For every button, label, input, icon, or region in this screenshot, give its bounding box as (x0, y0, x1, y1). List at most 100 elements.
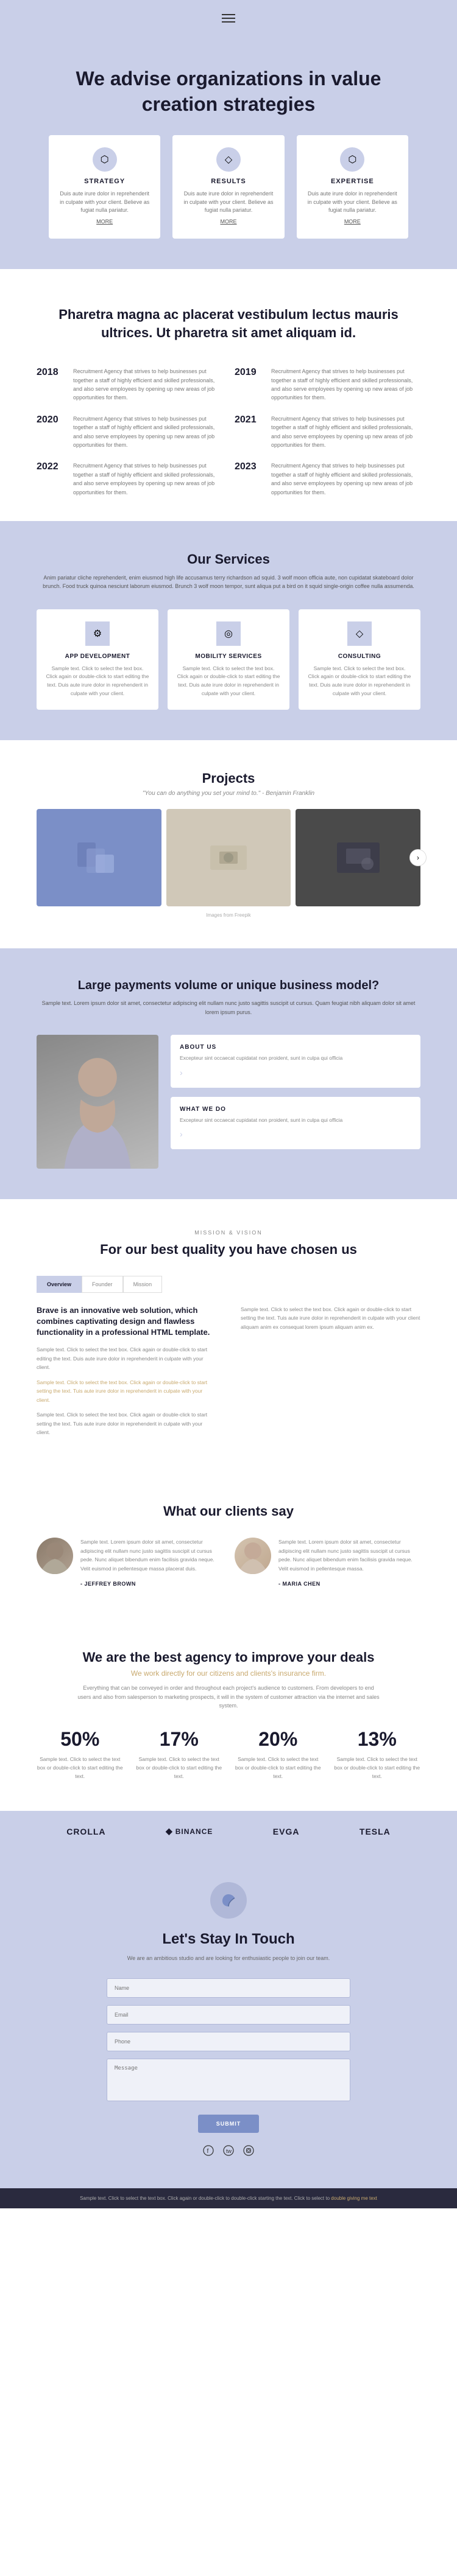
consulting-icon: ◇ (347, 621, 372, 646)
facebook-icon[interactable]: f (203, 2145, 214, 2158)
tab-overview[interactable]: Overview (37, 1276, 82, 1293)
year-2019: 2019 (235, 367, 262, 402)
maria-avatar (235, 1538, 271, 1574)
hamburger-menu[interactable] (222, 14, 235, 23)
instagram-icon[interactable] (243, 2145, 254, 2158)
cta-heading: Let's Stay In Touch (37, 1931, 420, 1948)
timeline-item-2023: 2023 Recruitment Agency that strives to … (235, 461, 420, 497)
mission-label: MISSION & VISION (37, 1230, 420, 1236)
stats-section: We are the best agency to improve your d… (0, 1619, 457, 1811)
phone-field-container (107, 2032, 350, 2051)
strategy-more-link[interactable]: MORE (96, 219, 113, 225)
footer-text: Sample text. Click to select the text bo… (80, 2196, 330, 2201)
service-card-consulting: ◇ CONSULTING Sample text. Click to selec… (299, 609, 420, 710)
testimonial-jeffrey: Sample text. Lorem ipsum dolor sit amet,… (37, 1538, 222, 1589)
phone-input[interactable] (107, 2032, 350, 2051)
project-image-2 (166, 809, 291, 906)
stat-fifty-number: 50% (37, 1728, 124, 1751)
about-us-arrow-icon[interactable]: › (180, 1068, 183, 1077)
maria-name: - MARIA CHEN (278, 1581, 321, 1587)
stat-thirteen-text: Sample text. Click to select the text bo… (334, 1755, 421, 1780)
results-more-link[interactable]: MORE (220, 219, 236, 225)
timeline-text-2021: Recruitment Agency that strives to help … (271, 415, 420, 450)
message-textarea[interactable] (107, 2059, 350, 2101)
tab-mission[interactable]: Mission (123, 1276, 163, 1293)
mission-section: MISSION & VISION For our best quality yo… (0, 1199, 457, 1474)
mission-text-1: Sample text. Click to select the text bo… (37, 1345, 216, 1371)
hero-section: We advise organizations in value creatio… (0, 30, 457, 269)
hero-card-strategy: ⬡ STRATEGY Duis aute irure dolor in repr… (49, 135, 160, 239)
timeline-text-2019: Recruitment Agency that strives to help … (271, 367, 420, 402)
mission-tabs: Overview Founder Mission (37, 1276, 420, 1293)
timeline-row-3: 2022 Recruitment Agency that strives to … (37, 461, 420, 497)
stat-seventeen: 17% Sample text. Click to select the tex… (136, 1728, 223, 1780)
timeline-section: Pharetra magna ac placerat vestibulum le… (0, 269, 457, 521)
about-us-box: ABOUT US Excepteur sint occaecat cupidat… (171, 1035, 420, 1088)
about-us-text: Excepteur sint occaecat cupidatat non pr… (180, 1054, 411, 1063)
about-us-title: ABOUT US (180, 1044, 411, 1051)
stat-fifty: 50% Sample text. Click to select the tex… (37, 1728, 124, 1780)
hero-card-results: ◇ RESULTS Duis aute irure dolor in repre… (172, 135, 284, 239)
timeline-heading: Pharetra magna ac placerat vestibulum le… (37, 306, 420, 343)
svg-text:tw: tw (226, 2148, 232, 2154)
stat-thirteen-number: 13% (334, 1728, 421, 1751)
consulting-title: CONSULTING (308, 653, 411, 660)
what-we-do-title: WHAT WE DO (180, 1106, 411, 1113)
jeffrey-avatar (37, 1538, 73, 1574)
stats-subtitle: We work directly for our citizens and cl… (37, 1669, 420, 1678)
app-dev-title: APP DEVELOPMENT (46, 653, 149, 660)
mission-left-column: Brave is an innovative web solution, whi… (37, 1305, 216, 1443)
results-text: Duis aute irure dolor in reprehenderit i… (182, 190, 275, 215)
mission-right-column: Sample text. Click to select the text bo… (241, 1305, 420, 1443)
services-cards-container: ⚙ APP DEVELOPMENT Sample text. Click to … (37, 609, 420, 710)
expertise-more-link[interactable]: MORE (344, 219, 361, 225)
projects-heading: Projects (37, 771, 420, 786)
tab-founder[interactable]: Founder (82, 1276, 123, 1293)
mission-text-3: Sample text. Click to select the text bo… (37, 1410, 216, 1437)
stat-fifty-text: Sample text. Click to select the text bo… (37, 1755, 124, 1780)
logos-section: CROLLA ◆ BINANCE EVGA TESLA (0, 1811, 457, 1852)
email-input[interactable] (107, 2005, 350, 2025)
cta-leaf-icon (210, 1882, 247, 1919)
projects-gallery: › (37, 809, 420, 906)
binance-label: BINANCE (175, 1827, 213, 1836)
submit-button[interactable]: SUBMIT (198, 2115, 260, 2133)
what-we-do-arrow-icon[interactable]: › (180, 1129, 183, 1139)
twitter-icon[interactable]: tw (223, 2145, 234, 2158)
year-2023: 2023 (235, 461, 262, 497)
binance-diamond-icon: ◆ (166, 1826, 173, 1836)
name-input[interactable] (107, 1978, 350, 1998)
stat-twenty-text: Sample text. Click to select the text bo… (235, 1755, 322, 1780)
message-field-container (107, 2059, 350, 2104)
footer-link[interactable]: double giving me text (331, 2196, 377, 2201)
logo-evga: EVGA (273, 1827, 300, 1836)
mission-text-2: Sample text. Click to select the text bo… (37, 1378, 216, 1404)
stats-heading: We are the best agency to improve your d… (37, 1650, 420, 1665)
strategy-title: STRATEGY (58, 178, 151, 185)
stat-seventeen-text: Sample text. Click to select the text bo… (136, 1755, 223, 1780)
expertise-title: EXPERTISE (306, 178, 399, 185)
mission-heading: For our best quality you have chosen us (37, 1242, 420, 1258)
cta-description: We are an ambitious studio and are looki… (37, 1954, 420, 1962)
email-field-container (107, 2005, 350, 2025)
gallery-next-arrow[interactable]: › (409, 849, 427, 866)
timeline-text-2023: Recruitment Agency that strives to help … (271, 461, 420, 497)
stat-thirteen: 13% Sample text. Click to select the tex… (334, 1728, 421, 1780)
timeline-rows: 2018 Recruitment Agency that strives to … (37, 367, 420, 497)
business-description: Sample text. Lorem ipsum dolor sit amet,… (37, 999, 420, 1017)
business-section: Large payments volume or unique business… (0, 948, 457, 1199)
mission-right-text: Sample text. Click to select the text bo… (241, 1305, 420, 1331)
navigation-bar (0, 0, 457, 30)
business-right-column: ABOUT US Excepteur sint occaecat cupidat… (171, 1035, 420, 1149)
hero-card-expertise: ⬡ EXPERTISE Duis aute irure dolor in rep… (297, 135, 408, 239)
what-we-do-box: WHAT WE DO Excepteur sint occaecat cupid… (171, 1097, 420, 1150)
logo-crolla: CROLLA (66, 1827, 105, 1836)
business-content: ABOUT US Excepteur sint occaecat cupidat… (37, 1035, 420, 1169)
year-2022: 2022 (37, 461, 64, 497)
timeline-item-2018: 2018 Recruitment Agency that strives to … (37, 367, 222, 402)
testimonials-grid: Sample text. Lorem ipsum dolor sit amet,… (37, 1538, 420, 1589)
social-icons-container: f tw (37, 2145, 420, 2158)
timeline-row-1: 2018 Recruitment Agency that strives to … (37, 367, 420, 402)
service-card-app-dev: ⚙ APP DEVELOPMENT Sample text. Click to … (37, 609, 158, 710)
stat-twenty: 20% Sample text. Click to select the tex… (235, 1728, 322, 1780)
